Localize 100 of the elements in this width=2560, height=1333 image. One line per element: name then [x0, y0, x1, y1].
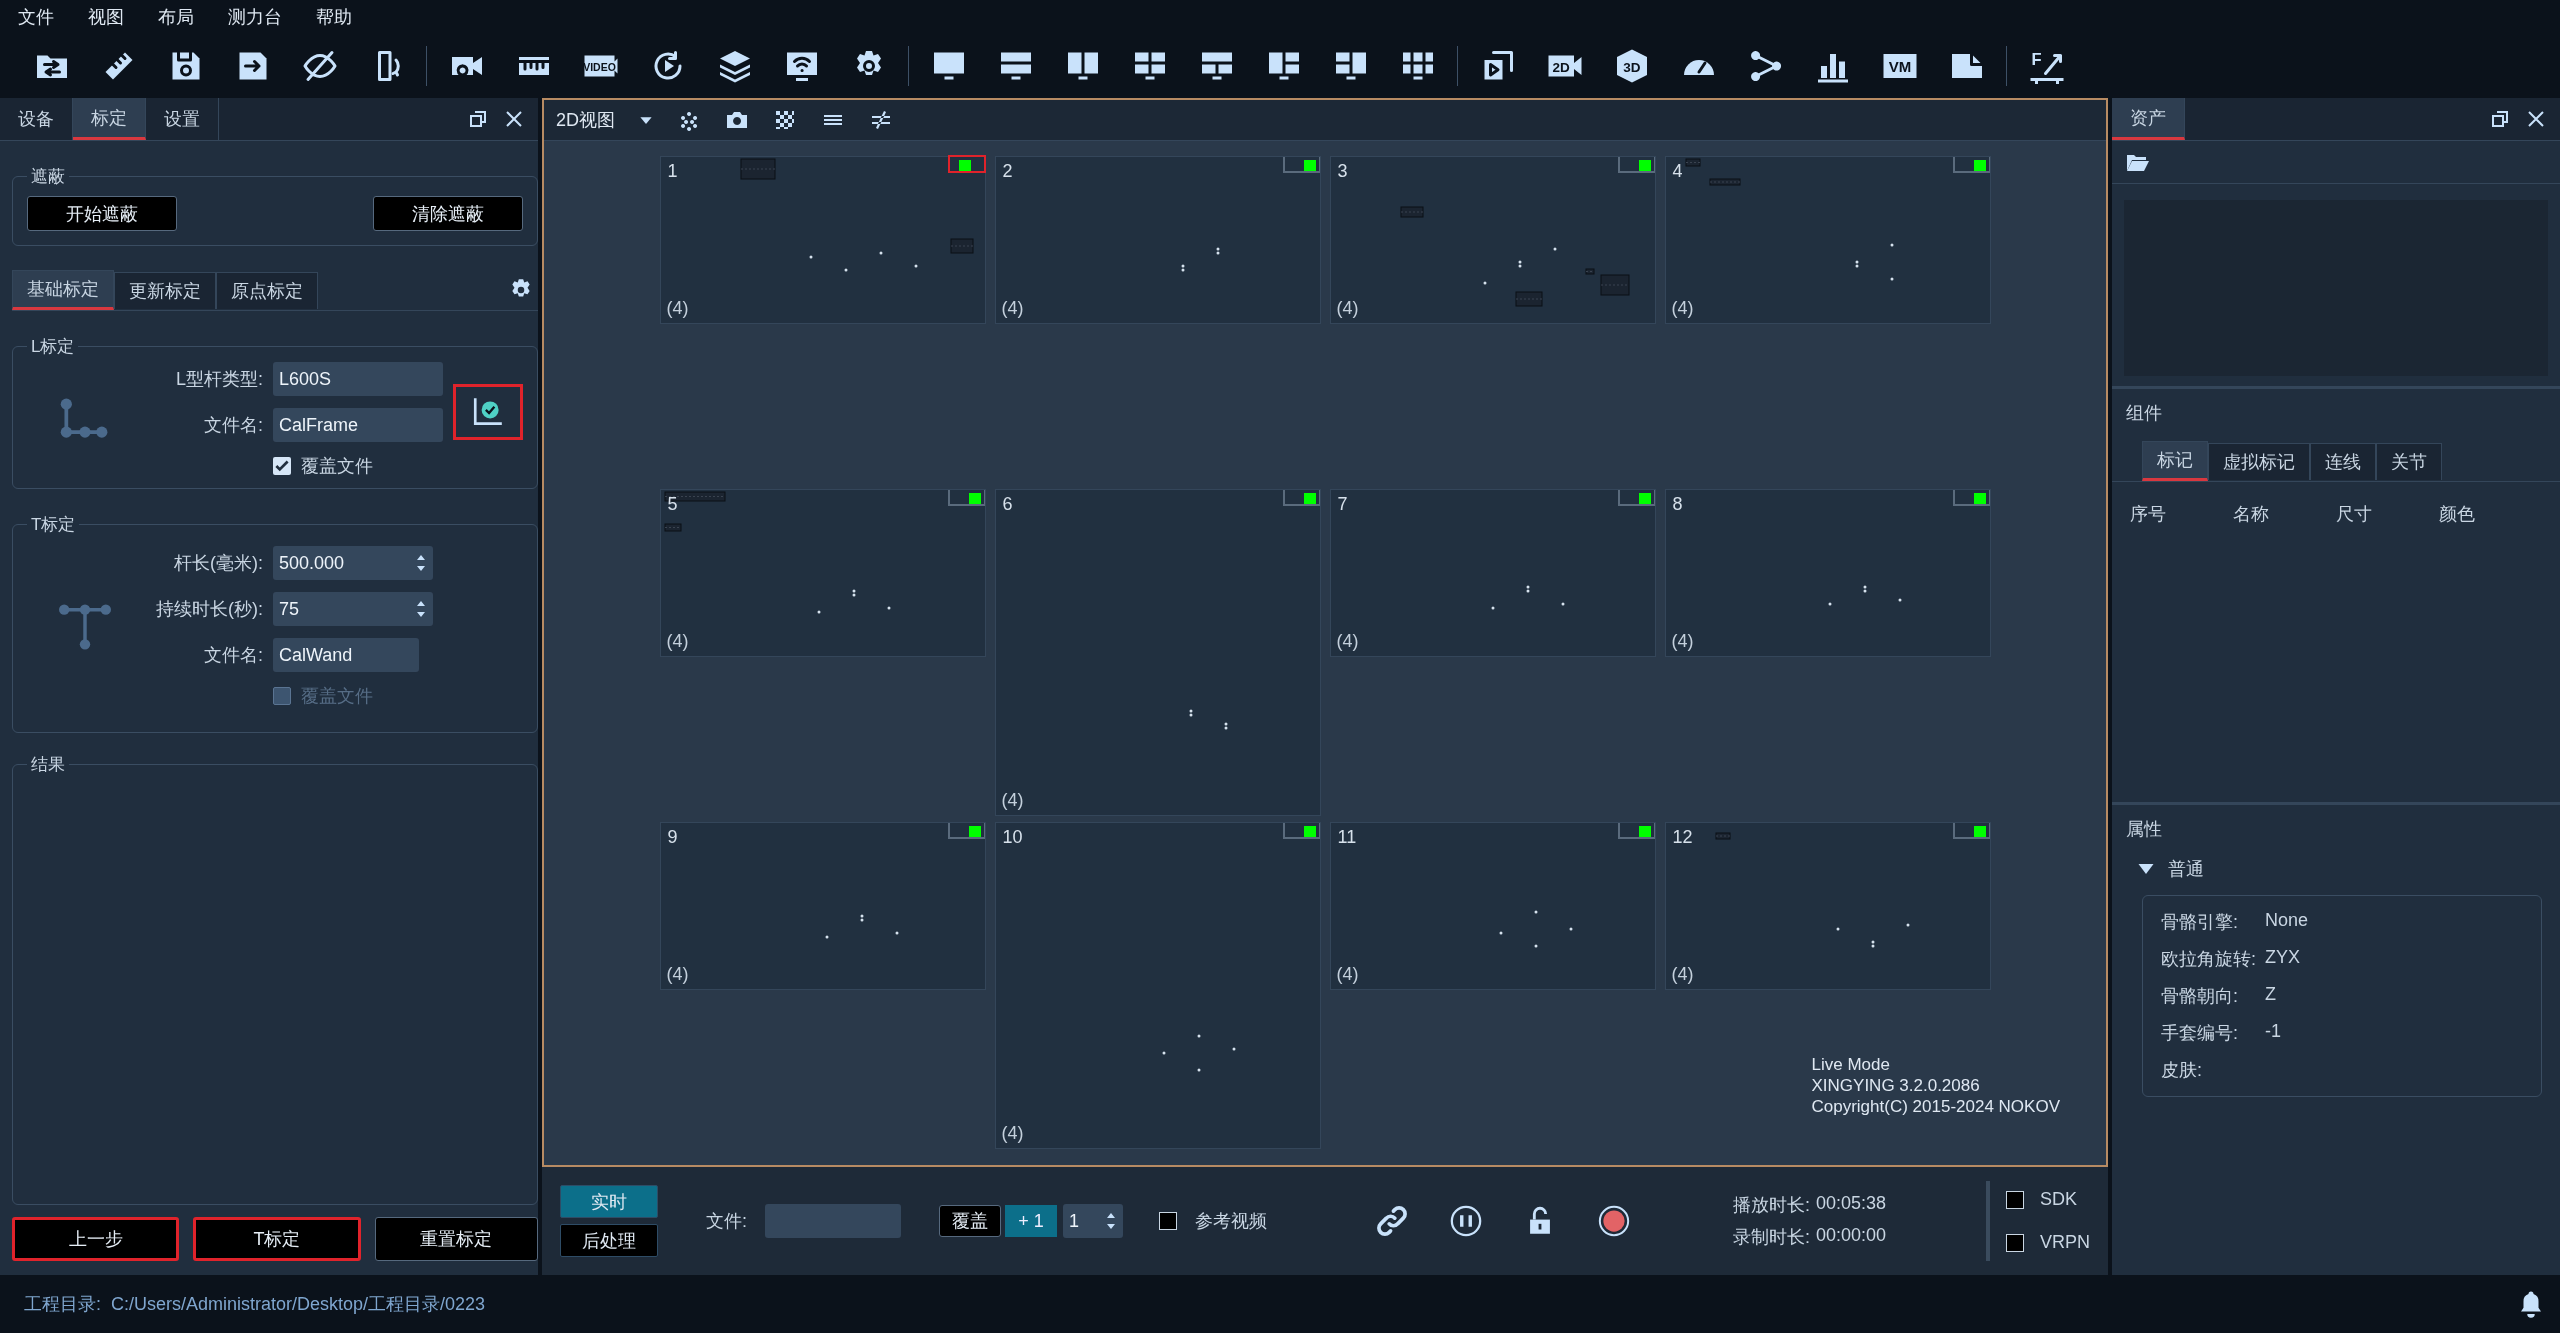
step-button[interactable]: + 1: [1005, 1205, 1057, 1237]
component-tab[interactable]: 虚拟标记: [2208, 442, 2310, 480]
field-label: 文件名:: [203, 644, 263, 667]
calibration-button[interactable]: 上一步: [12, 1217, 180, 1261]
calibration-button[interactable]: 重置标定: [374, 1217, 538, 1261]
property-group-toggle[interactable]: 普通: [2112, 841, 2560, 881]
input-field[interactable]: CalWand: [273, 638, 419, 672]
calibration-tab[interactable]: 基础标定: [12, 270, 114, 310]
field-label: 持续时长(秒):: [155, 598, 263, 621]
property-value: ZYX: [2265, 947, 2300, 969]
camera-view[interactable]: 9 (4): [659, 822, 986, 990]
camera-number: 9: [667, 827, 678, 848]
menu-item[interactable]: 帮助: [316, 5, 352, 29]
camera-view[interactable]: 12 (4): [1664, 822, 1991, 990]
calibration-button[interactable]: T标定: [193, 1217, 361, 1261]
camera-number: 1: [667, 161, 678, 182]
group-title: T标定: [30, 514, 77, 536]
marker-count: (4): [1001, 298, 1024, 319]
camera-number: 7: [1337, 494, 1348, 515]
checkbox[interactable]: [273, 457, 291, 475]
checkbox-label: SDK: [2040, 1189, 2077, 1210]
float-window-icon[interactable]: [2490, 109, 2510, 129]
file-field[interactable]: [765, 1204, 901, 1238]
info-text: Live Mode: [1811, 1054, 1891, 1075]
input-field[interactable]: L600S: [273, 362, 443, 396]
occlusion-mask: [740, 158, 775, 180]
overwrite-button[interactable]: 覆盖: [939, 1205, 1001, 1237]
camera-view[interactable]: 3 (4): [1329, 156, 1656, 324]
checkbox-label: VRPN: [2040, 1232, 2090, 1253]
spin-field[interactable]: 75: [273, 592, 433, 626]
camera-view[interactable]: 5 (4): [659, 489, 986, 657]
menu-item[interactable]: 文件: [18, 5, 54, 29]
calibrate-button[interactable]: [453, 384, 523, 440]
panel-tab[interactable]: 资产: [2112, 98, 2185, 140]
view-mode-dropdown[interactable]: 2D视图: [556, 108, 653, 132]
marker-dots-drawing: [1181, 247, 1219, 272]
close-icon[interactable]: [2526, 109, 2546, 129]
group-title: L标定: [30, 336, 76, 358]
mode-button[interactable]: 后处理: [560, 1224, 658, 1257]
occlusion-mask: [1709, 178, 1740, 186]
occlusion-mask: [664, 523, 681, 532]
camera-view[interactable]: 11 (4): [1329, 822, 1656, 990]
occlusion-mask: [1715, 832, 1730, 840]
panel-tab[interactable]: 设置: [146, 98, 219, 140]
not-equal-icon[interactable]: [869, 108, 893, 132]
marker-dots-drawing: [1189, 709, 1227, 730]
calibration-tab[interactable]: 原点标定: [216, 271, 318, 309]
expand-triangle-icon[interactable]: [2138, 864, 2154, 874]
camera-view[interactable]: 1 (4): [659, 156, 986, 324]
checkbox-label: 参考视频: [1195, 1210, 1267, 1233]
field-label: 文件名:: [203, 414, 263, 437]
checker-icon[interactable]: [773, 108, 797, 132]
column-header: 尺寸: [2336, 503, 2373, 526]
marker-dots-drawing: [1855, 243, 1893, 281]
occlusion-mask: [1400, 206, 1423, 218]
column-header: 颜色: [2439, 503, 2476, 526]
eye-off-icon[interactable]: [301, 48, 338, 84]
property-label: 皮肤:: [2161, 1059, 2203, 1082]
camera-view[interactable]: 2 (4): [994, 156, 1321, 324]
camera-view[interactable]: 7 (4): [1329, 489, 1656, 657]
open-folder-icon[interactable]: [2126, 152, 2150, 172]
caret-icon[interactable]: [639, 115, 653, 125]
column-header: 序号: [2130, 503, 2167, 526]
occlusion-mask: [1600, 274, 1629, 296]
info-text: XINGYING 3.2.0.2086: [1811, 1075, 1981, 1096]
camera-number: 5: [667, 494, 678, 515]
group-title: 遮蔽: [30, 166, 66, 188]
component-tab[interactable]: 标记: [2142, 441, 2208, 481]
camera-number: 4: [1672, 161, 1683, 182]
spin-field[interactable]: 500.000: [273, 546, 433, 580]
record-button[interactable]: [1597, 1204, 1631, 1238]
close-icon[interactable]: [504, 109, 524, 129]
menu-item[interactable]: 测力台: [228, 5, 282, 29]
occlusion-mask: [1515, 291, 1542, 307]
panel-tab[interactable]: 标定: [73, 98, 146, 140]
marker-count: (4): [1336, 964, 1359, 985]
marker-count: (4): [1336, 298, 1359, 319]
input-field[interactable]: CalFrame: [273, 408, 443, 442]
property-value: None: [2265, 910, 2309, 932]
property-label: 骨骼朝向:: [2161, 985, 2239, 1008]
pause-button[interactable]: [1449, 1204, 1483, 1238]
component-tab[interactable]: 关节: [2376, 442, 2442, 480]
camera-view[interactable]: 8 (4): [1664, 489, 1991, 657]
camera-number: 2: [1002, 161, 1013, 182]
spin-field[interactable]: 1: [1063, 1204, 1123, 1238]
camera-view[interactable]: 6 (4): [994, 489, 1321, 816]
menu-item[interactable]: 布局: [158, 5, 194, 29]
camera-view[interactable]: 10 (4): [994, 822, 1321, 1149]
float-window-icon[interactable]: [468, 109, 488, 129]
link-icon[interactable]: [1375, 1204, 1409, 1238]
mask-button[interactable]: 开始遮蔽: [27, 196, 177, 231]
section-title: 属性: [2125, 818, 2163, 841]
mask-button[interactable]: 清除遮蔽: [373, 196, 523, 231]
component-tab[interactable]: 连线: [2310, 442, 2376, 480]
marker-count: (4): [666, 631, 689, 652]
calibration-tab[interactable]: 更新标定: [114, 271, 216, 309]
camera-view[interactable]: 4 (4): [1664, 156, 1991, 324]
mode-button[interactable]: 实时: [560, 1185, 658, 1218]
checkbox-label: 覆盖文件: [301, 685, 373, 708]
menu-item[interactable]: 视图: [88, 5, 124, 29]
